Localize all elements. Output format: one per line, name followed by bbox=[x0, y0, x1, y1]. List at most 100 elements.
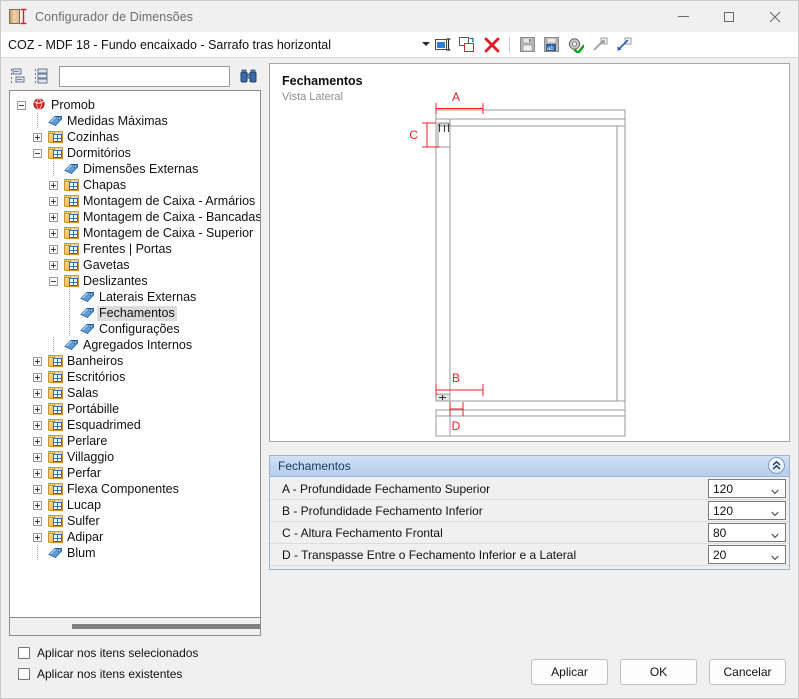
tree-item-montagem-de-caixa-arm-rios[interactable]: Montagem de Caixa - Armários bbox=[14, 193, 260, 209]
tree-expander[interactable] bbox=[30, 529, 47, 545]
tree-expander[interactable] bbox=[46, 257, 63, 273]
tree-item-configura-es[interactable]: Configurações bbox=[14, 321, 260, 337]
expand-all-button[interactable] bbox=[33, 67, 52, 86]
property-value[interactable]: 20 bbox=[713, 548, 726, 562]
import-button[interactable] bbox=[613, 34, 634, 55]
chevron-down-icon[interactable] bbox=[422, 42, 430, 46]
tree-expander[interactable] bbox=[30, 433, 47, 449]
tree-item-promob[interactable]: Promob bbox=[14, 97, 260, 113]
minimize-button[interactable] bbox=[660, 1, 706, 32]
expand-plus-icon[interactable] bbox=[49, 245, 58, 254]
settings-apply-button[interactable] bbox=[565, 34, 586, 55]
tree-expander[interactable] bbox=[46, 177, 63, 193]
tree-item-perfar[interactable]: Perfar bbox=[14, 465, 260, 481]
tree-item-flexa-componentes[interactable]: Flexa Componentes bbox=[14, 481, 260, 497]
expand-plus-icon[interactable] bbox=[33, 421, 42, 430]
tree-item-escrit-rios[interactable]: Escritórios bbox=[14, 369, 260, 385]
save-button[interactable] bbox=[517, 34, 538, 55]
tree-horizontal-scrollbar[interactable] bbox=[9, 618, 261, 636]
expand-plus-icon[interactable] bbox=[49, 181, 58, 190]
collapse-minus-icon[interactable] bbox=[33, 149, 42, 158]
expand-plus-icon[interactable] bbox=[33, 373, 42, 382]
property-value-combobox[interactable]: 120 bbox=[708, 479, 786, 498]
property-value[interactable]: 120 bbox=[713, 482, 733, 496]
property-value[interactable]: 80 bbox=[713, 526, 726, 540]
tree-expander[interactable] bbox=[30, 481, 47, 497]
expand-plus-icon[interactable] bbox=[33, 133, 42, 142]
expand-plus-icon[interactable] bbox=[49, 229, 58, 238]
tree-item-montagem-de-caixa-bancadas[interactable]: Montagem de Caixa - Bancadas bbox=[14, 209, 260, 225]
search-input[interactable] bbox=[59, 66, 230, 87]
tree-expander[interactable] bbox=[46, 273, 63, 289]
apply-selected-checkbox[interactable] bbox=[18, 646, 30, 659]
tree-item-perlare[interactable]: Perlare bbox=[14, 433, 260, 449]
tree-item-medidas-m-ximas[interactable]: Medidas Máximas bbox=[14, 113, 260, 129]
expand-plus-icon[interactable] bbox=[33, 437, 42, 446]
collapse-minus-icon[interactable] bbox=[17, 101, 26, 110]
tree-item-laterais-externas[interactable]: Laterais Externas bbox=[14, 289, 260, 305]
tree-expander[interactable] bbox=[30, 449, 47, 465]
tree-expander[interactable] bbox=[14, 97, 31, 113]
tree-item-esquadrimed[interactable]: Esquadrimed bbox=[14, 417, 260, 433]
tree-item-salas[interactable]: Salas bbox=[14, 385, 260, 401]
tree-item-chapas[interactable]: Chapas bbox=[14, 177, 260, 193]
delete-item-button[interactable] bbox=[481, 34, 502, 55]
apply-existing-checkbox[interactable] bbox=[18, 667, 30, 680]
expand-plus-icon[interactable] bbox=[49, 261, 58, 270]
tree-expander[interactable] bbox=[46, 225, 63, 241]
tree-item-deslizantes[interactable]: Deslizantes bbox=[14, 273, 260, 289]
scrollbar-thumb[interactable] bbox=[72, 624, 260, 629]
expand-plus-icon[interactable] bbox=[33, 357, 42, 366]
tree-item-cozinhas[interactable]: Cozinhas bbox=[14, 129, 260, 145]
chevron-down-icon[interactable] bbox=[771, 551, 779, 561]
property-value-combobox[interactable]: 120 bbox=[708, 501, 786, 520]
current-item-path[interactable]: COZ - MDF 18 - Fundo encaixado - Sarrafo… bbox=[8, 38, 331, 52]
tree-item-montagem-de-caixa-superior[interactable]: Montagem de Caixa - Superior bbox=[14, 225, 260, 241]
maximize-button[interactable] bbox=[706, 1, 752, 32]
tree-expander[interactable] bbox=[30, 129, 47, 145]
tree-item-frentes-portas[interactable]: Frentes | Portas bbox=[14, 241, 260, 257]
tree-expander[interactable] bbox=[30, 497, 47, 513]
tree-item-villaggio[interactable]: Villaggio bbox=[14, 449, 260, 465]
tree-expander[interactable] bbox=[46, 209, 63, 225]
expand-plus-icon[interactable] bbox=[33, 517, 42, 526]
tree-item-banheiros[interactable]: Banheiros bbox=[14, 353, 260, 369]
tree-expander[interactable] bbox=[30, 385, 47, 401]
save-as-button[interactable]: ab bbox=[541, 34, 562, 55]
close-button[interactable] bbox=[752, 1, 798, 32]
tree-expander[interactable] bbox=[30, 145, 47, 161]
tree-item-adipar[interactable]: Adipar bbox=[14, 529, 260, 545]
property-value-combobox[interactable]: 80 bbox=[708, 523, 786, 542]
tree-item-lucap[interactable]: Lucap bbox=[14, 497, 260, 513]
property-value-combobox[interactable]: 20 bbox=[708, 545, 786, 564]
expand-plus-icon[interactable] bbox=[33, 533, 42, 542]
property-value[interactable]: 120 bbox=[713, 504, 733, 518]
chevron-down-icon[interactable] bbox=[771, 507, 779, 517]
tree-expander[interactable] bbox=[30, 401, 47, 417]
tree-expander[interactable] bbox=[30, 465, 47, 481]
chevron-down-icon[interactable] bbox=[771, 485, 779, 495]
expand-plus-icon[interactable] bbox=[33, 469, 42, 478]
expand-plus-icon[interactable] bbox=[49, 197, 58, 206]
tree-expander[interactable] bbox=[30, 417, 47, 433]
expand-plus-icon[interactable] bbox=[33, 405, 42, 414]
tree-item-sulfer[interactable]: Sulfer bbox=[14, 513, 260, 529]
rename-item-button[interactable] bbox=[433, 34, 454, 55]
tree-expander[interactable] bbox=[30, 513, 47, 529]
apply-button[interactable]: Aplicar bbox=[531, 659, 608, 685]
tree-item-port-bille[interactable]: Portábille bbox=[14, 401, 260, 417]
expand-plus-icon[interactable] bbox=[33, 501, 42, 510]
expand-plus-icon[interactable] bbox=[49, 213, 58, 222]
tree-expander[interactable] bbox=[30, 369, 47, 385]
tree-item-blum[interactable]: Blum bbox=[14, 545, 260, 561]
expand-plus-icon[interactable] bbox=[33, 453, 42, 462]
tree-item-dimens-es-externas[interactable]: Dimensões Externas bbox=[14, 161, 260, 177]
collapse-minus-icon[interactable] bbox=[49, 277, 58, 286]
chevron-down-icon[interactable] bbox=[771, 529, 779, 539]
tree-item-dormit-rios[interactable]: Dormitórios bbox=[14, 145, 260, 161]
tree-item-gavetas[interactable]: Gavetas bbox=[14, 257, 260, 273]
export-button[interactable] bbox=[589, 34, 610, 55]
collapse-all-button[interactable] bbox=[9, 67, 28, 86]
tree-item-fechamentos[interactable]: Fechamentos bbox=[14, 305, 260, 321]
search-button[interactable] bbox=[239, 67, 258, 86]
